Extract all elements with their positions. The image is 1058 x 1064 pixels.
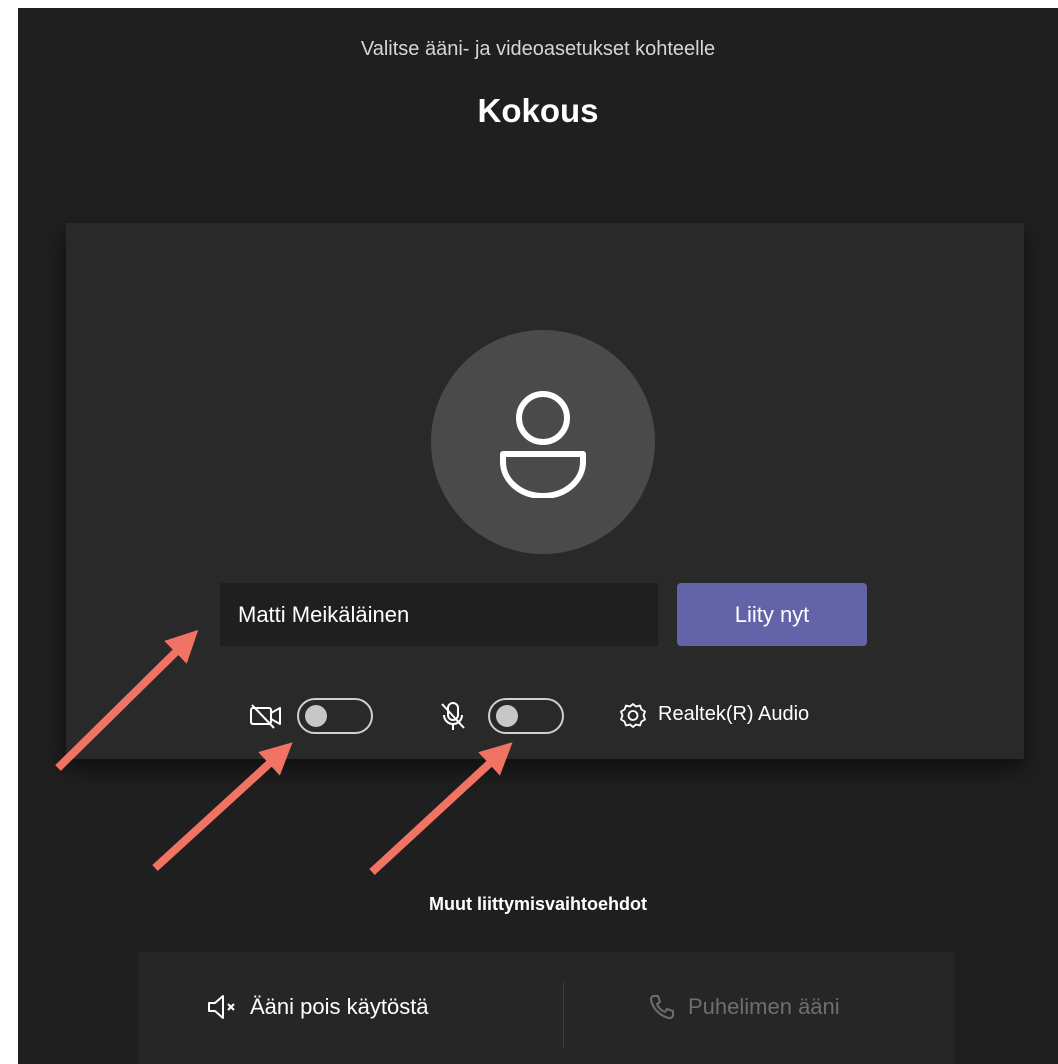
camera-toggle-knob: [305, 705, 327, 727]
meeting-prejoin-screen: Valitse ääni- ja videoasetukset kohteell…: [18, 8, 1058, 1064]
camera-toggle[interactable]: [297, 698, 373, 734]
phone-audio-label: Puhelimen ääni: [688, 994, 840, 1019]
camera-off-icon[interactable]: [249, 703, 283, 729]
audio-off-option[interactable]: Ääni pois käytöstä: [206, 990, 429, 1024]
microphone-toggle-knob: [496, 705, 518, 727]
gear-icon[interactable]: [618, 701, 648, 731]
avatar: [431, 330, 655, 554]
page-title: Kokous: [477, 92, 599, 129]
preview-card: Liity nyt Realtek(R) Audio: [66, 223, 1024, 759]
page-subtitle: Valitse ääni- ja videoasetukset kohteell…: [360, 38, 716, 60]
other-join-options-bar: Ääni pois käytöstä Puhelimen ääni: [138, 952, 954, 1064]
join-now-button[interactable]: Liity nyt: [677, 583, 867, 646]
divider: [563, 982, 564, 1048]
audio-device-label[interactable]: Realtek(R) Audio: [658, 703, 809, 726]
phone-audio-option[interactable]: Puhelimen ääni: [648, 990, 840, 1024]
audio-off-label: Ääni pois käytöstä: [250, 994, 429, 1019]
microphone-toggle[interactable]: [488, 698, 564, 734]
mic-off-icon[interactable]: [440, 701, 466, 733]
name-field[interactable]: [220, 583, 658, 646]
speaker-muted-icon: [208, 995, 235, 1019]
phone-icon: [649, 995, 674, 1020]
other-join-options-heading: Muut liittymisvaihtoehdot: [429, 894, 647, 914]
person-icon: [500, 391, 586, 498]
